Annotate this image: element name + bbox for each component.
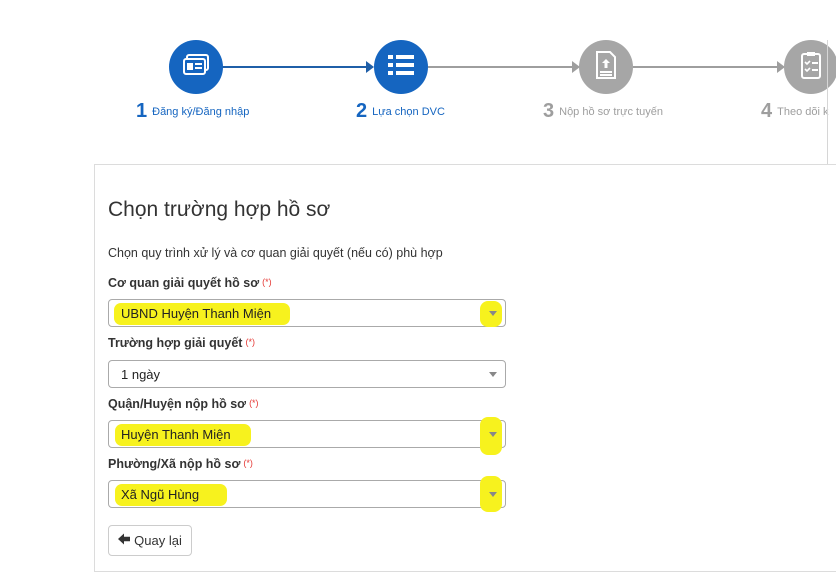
step-title: Nộp hồ sơ trực tuyến [559,106,663,118]
chevron-down-icon [489,492,497,497]
back-button-label: Quay lại [134,533,182,548]
agency-select[interactable]: UBND Huyện Thanh Miện [108,299,506,327]
step-title: Lựa chọn DVC [372,106,445,118]
step-title: Đăng ký/Đăng nhập [152,106,250,118]
district-label-text: Quận/Huyện nộp hồ sơ [108,397,247,411]
agency-label-text: Cơ quan giải quyết hồ sơ [108,276,260,290]
step-2-circle[interactable] [374,40,428,94]
case-label: Trường hợp giải quyết (*) [108,336,255,350]
district-label: Quận/Huyện nộp hồ sơ (*) [108,397,259,411]
form-description: Chọn quy trình xử lý và cơ quan giải quy… [108,246,443,260]
chevron-down-icon [489,311,497,316]
step-connector-2-3 [428,66,578,68]
list-icon [387,54,415,81]
step-title: Theo dõi k [777,106,829,118]
checklist-icon [800,51,822,84]
required-mark: (*) [245,337,255,347]
step-number: 4 [761,100,773,122]
ward-select-value: Xã Ngũ Hùng [121,487,200,502]
step-number: 1 [136,100,148,122]
district-select[interactable]: Huyện Thanh Miện [108,417,506,455]
step-connector-1-2 [222,66,372,68]
required-mark: (*) [249,398,259,408]
chevron-down-icon [489,372,497,377]
step-1-circle[interactable] [169,40,223,94]
chevron-down-icon [489,432,497,437]
ward-label-text: Phường/Xã nộp hồ sơ [108,457,241,471]
page-title: Chọn trường hợp hồ sơ [108,198,331,221]
ward-select[interactable]: Xã Ngũ Hùng [108,476,506,512]
step-4-circle[interactable] [784,40,836,94]
upload-document-icon [594,50,618,84]
back-button[interactable]: Quay lại [108,525,192,556]
required-mark: (*) [243,458,253,468]
id-card-icon [182,53,210,82]
arrow-left-icon [118,533,134,548]
step-number: 3 [543,100,555,122]
district-select-value: Huyện Thanh Miện [121,427,231,442]
case-label-text: Trường hợp giải quyết [108,336,243,350]
ward-label: Phường/Xã nộp hồ sơ (*) [108,457,253,471]
required-mark: (*) [262,277,272,287]
step-connector-arrow [366,61,374,73]
step-2-label[interactable]: 2 Lựa chọn DVC [356,100,445,123]
case-select[interactable]: 1 ngày [108,360,506,388]
step-3-label[interactable]: 3 Nộp hồ sơ trực tuyến [543,100,663,123]
case-select-value: 1 ngày [121,367,161,382]
step-4-label[interactable]: 4 Theo dõi k [761,100,829,123]
agency-select-value: UBND Huyện Thanh Miện [121,306,272,321]
step-1-label[interactable]: 1 Đăng ký/Đăng nhập [136,100,249,123]
step-3-circle[interactable] [579,40,633,94]
step-connector-3-4 [633,66,783,68]
step-number: 2 [356,100,368,122]
agency-label: Cơ quan giải quyết hồ sơ (*) [108,276,272,290]
